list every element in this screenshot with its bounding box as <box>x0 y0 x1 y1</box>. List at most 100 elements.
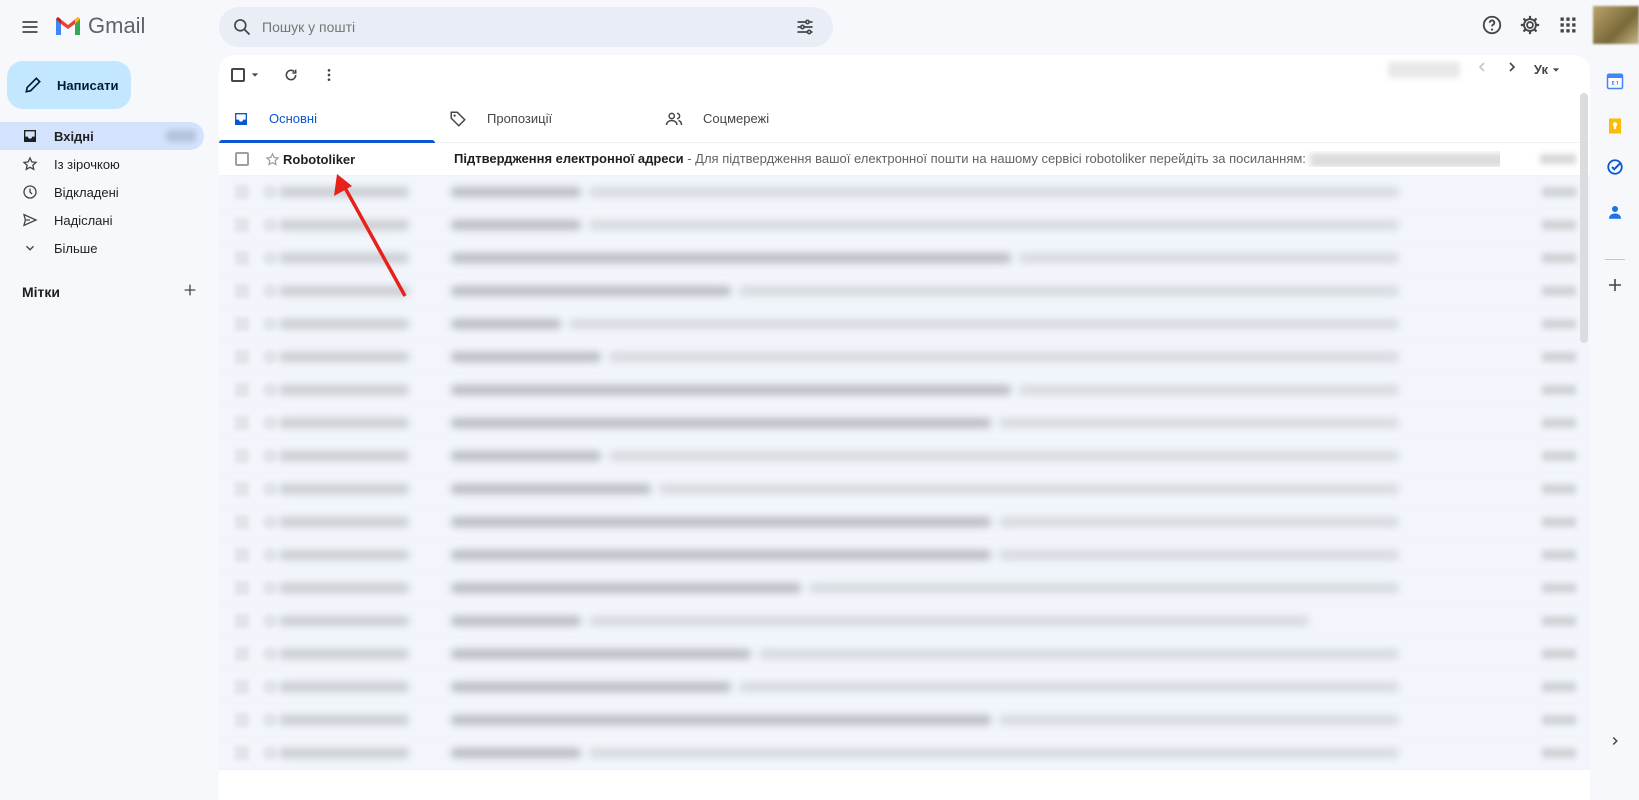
clock-icon <box>22 184 38 200</box>
email-row[interactable] <box>219 440 1590 473</box>
email-subject <box>451 319 561 329</box>
email-subject <box>451 418 991 428</box>
tasks-icon[interactable] <box>1603 155 1627 179</box>
row-checkbox[interactable] <box>235 152 249 166</box>
settings-gear-icon[interactable] <box>1511 6 1549 44</box>
pagination: Ук <box>1387 59 1560 80</box>
add-addon-icon[interactable] <box>1603 273 1627 297</box>
sidebar-item-starred[interactable]: Із зірочкою <box>0 150 204 178</box>
email-sender <box>279 649 409 659</box>
email-row[interactable] <box>219 176 1590 209</box>
keep-icon[interactable] <box>1603 114 1627 138</box>
email-row[interactable]: Robotoliker Підтвердження електронної ад… <box>219 143 1590 176</box>
email-row[interactable] <box>219 275 1590 308</box>
email-sender <box>279 385 409 395</box>
email-snippet <box>999 517 1399 527</box>
refresh-icon[interactable] <box>275 59 307 91</box>
email-subject <box>451 451 601 461</box>
help-icon[interactable] <box>1473 6 1511 44</box>
select-all-checkbox[interactable] <box>231 59 259 91</box>
email-row[interactable] <box>219 539 1590 572</box>
email-row[interactable] <box>219 473 1590 506</box>
star-icon <box>263 581 277 595</box>
sidebar-nav: Вхідні Із зірочкою Відкладені Надіслані … <box>0 122 204 262</box>
email-row[interactable] <box>219 605 1590 638</box>
email-row[interactable] <box>219 671 1590 704</box>
star-icon <box>263 416 277 430</box>
sidebar-item-snoozed[interactable]: Відкладені <box>0 178 204 206</box>
prev-page-icon[interactable] <box>1474 59 1490 80</box>
email-row[interactable] <box>219 572 1590 605</box>
email-date <box>1542 583 1576 593</box>
email-snippet <box>999 418 1399 428</box>
sidebar-item-more[interactable]: Більше <box>0 234 204 262</box>
input-language-selector[interactable]: Ук <box>1534 62 1560 77</box>
unread-count-badge <box>166 130 196 142</box>
sidebar-item-inbox[interactable]: Вхідні <box>0 122 204 150</box>
email-sender <box>279 187 409 197</box>
email-row[interactable] <box>219 374 1590 407</box>
email-row[interactable] <box>219 737 1590 770</box>
tab-primary[interactable]: Основні <box>219 95 435 143</box>
email-subject <box>451 484 651 494</box>
send-icon <box>22 212 38 228</box>
search-icon[interactable] <box>222 17 262 37</box>
email-row[interactable] <box>219 308 1590 341</box>
email-snippet <box>589 616 1309 626</box>
email-sender <box>279 616 409 626</box>
email-row[interactable] <box>219 209 1590 242</box>
compose-button[interactable]: Написати <box>7 61 131 109</box>
email-row[interactable] <box>219 407 1590 440</box>
scrollbar[interactable] <box>1580 93 1588 343</box>
email-subject <box>451 286 731 296</box>
email-subject <box>451 583 801 593</box>
star-icon[interactable] <box>263 151 281 167</box>
search-bar[interactable] <box>219 7 833 47</box>
email-list: Robotoliker Підтвердження електронної ад… <box>219 143 1590 770</box>
email-sender <box>279 253 409 263</box>
email-subject <box>451 682 731 692</box>
email-row[interactable] <box>219 242 1590 275</box>
email-date <box>1540 154 1576 164</box>
email-sender <box>279 451 409 461</box>
email-snippet <box>589 187 1399 197</box>
main-menu-button[interactable] <box>14 11 46 43</box>
email-row[interactable] <box>219 506 1590 539</box>
apps-grid-icon[interactable] <box>1549 6 1587 44</box>
email-date <box>1542 517 1576 527</box>
add-label-icon[interactable] <box>182 282 198 301</box>
tab-promotions[interactable]: Пропозиції <box>435 95 651 142</box>
more-options-icon[interactable] <box>313 59 345 91</box>
email-date <box>1542 649 1576 659</box>
calendar-icon[interactable] <box>1603 69 1627 93</box>
app-name: Gmail <box>88 13 146 38</box>
search-input[interactable] <box>262 19 785 35</box>
email-row[interactable] <box>219 638 1590 671</box>
email-date <box>1542 418 1576 428</box>
tab-label: Соцмережі <box>703 111 770 126</box>
chevron-down-icon <box>22 241 38 255</box>
people-icon <box>665 112 683 125</box>
tab-social[interactable]: Соцмережі <box>651 95 867 142</box>
email-sender <box>279 748 409 758</box>
sidebar-item-sent[interactable]: Надіслані <box>0 206 204 234</box>
email-date <box>1542 484 1576 494</box>
email-row[interactable] <box>219 341 1590 374</box>
star-icon <box>263 383 277 397</box>
search-options-icon[interactable] <box>785 17 825 37</box>
tab-label: Основні <box>269 111 317 126</box>
row-checkbox <box>235 317 249 331</box>
expand-panel-icon[interactable] <box>1603 729 1627 753</box>
star-icon <box>263 515 277 529</box>
row-checkbox <box>235 350 249 364</box>
contacts-icon[interactable] <box>1603 200 1627 224</box>
email-subject <box>451 187 581 197</box>
email-snippet <box>609 451 1399 461</box>
side-panel-rail <box>1591 55 1639 800</box>
gmail-logo[interactable]: Gmail <box>54 13 145 39</box>
email-date <box>1542 715 1576 725</box>
next-page-icon[interactable] <box>1504 59 1520 80</box>
email-sender <box>279 583 409 593</box>
account-avatar[interactable] <box>1593 6 1639 44</box>
email-row[interactable] <box>219 704 1590 737</box>
